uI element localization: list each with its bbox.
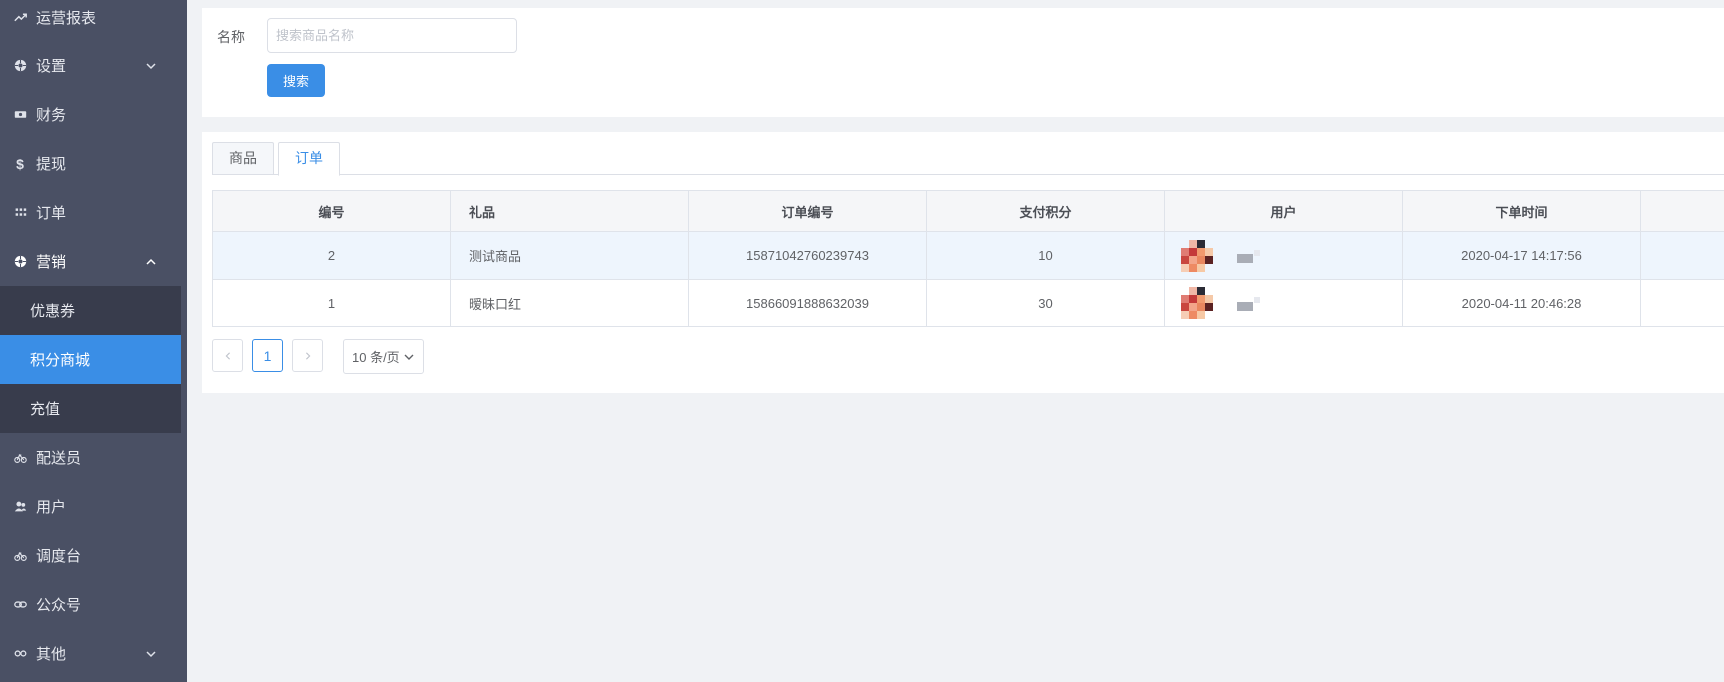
page-size-value: 10 条/页: [352, 350, 400, 365]
cell-order-no: 15866091888632039: [688, 279, 927, 327]
prev-page-button[interactable]: [212, 339, 243, 372]
bike-icon: [12, 450, 28, 466]
avatar: [1181, 239, 1213, 272]
trend-icon: [12, 10, 28, 26]
search-label: 名称: [217, 29, 245, 45]
page-number[interactable]: 1: [252, 339, 283, 372]
orders-table: 编号 礼品 订单编号 支付积分 用户 下单时间 2 测试商品 158710427…: [212, 190, 1724, 327]
table-row[interactable]: 1 暧昧口红 15866091888632039 30 2020-04-11 2…: [212, 279, 1724, 327]
chevron-left-icon: [225, 351, 230, 360]
cell-user: [1164, 279, 1403, 327]
sidebar-item-label: 用户: [36, 499, 67, 516]
page-size-select[interactable]: 10 条/页: [343, 339, 424, 374]
username-blurred-fragment: [1254, 249, 1260, 256]
sidebar-item-reports[interactable]: 运营报表: [0, 0, 187, 42]
sidebar-item-couriers[interactable]: 配送员: [0, 433, 187, 482]
username-blurred-fragment: [1254, 297, 1260, 303]
cell-id: 2: [212, 231, 451, 280]
table-header-row: 编号 礼品 订单编号 支付积分 用户 下单时间: [212, 190, 1724, 232]
avatar: [1181, 287, 1213, 319]
sidebar-subitem-label: 优惠券: [30, 303, 76, 320]
cell-time: 2020-04-11 20:46:28: [1402, 279, 1641, 327]
sidebar-item-label: 配送员: [36, 450, 82, 467]
username-blurred: [1237, 254, 1253, 263]
sidebar-item-orders[interactable]: 订单: [0, 188, 187, 237]
cell-time: 2020-04-17 14:17:56: [1402, 231, 1641, 280]
sidebar-item-users[interactable]: 用户: [0, 482, 187, 531]
grid-icon: [12, 205, 28, 221]
sidebar-item-label: 订单: [36, 205, 67, 222]
users-icon: [12, 499, 28, 515]
sidebar-item-label: 提现: [36, 156, 67, 173]
sidebar-item-dispatch[interactable]: 调度台: [0, 531, 187, 580]
sidebar-item-finance[interactable]: 财务: [0, 90, 187, 139]
sidebar-subitem-recharge[interactable]: 充值: [0, 384, 181, 433]
column-header-extra: [1640, 190, 1724, 232]
search-input[interactable]: [267, 18, 517, 53]
sidebar-subitem-points-mall[interactable]: 积分商城: [0, 335, 181, 384]
sidebar: 运营报表 设置 财务 $ 提现 订单 营销 优惠券 积分商城 充值 配送员 用户…: [0, 0, 187, 682]
search-button[interactable]: 搜索: [267, 64, 325, 97]
cell-id: 1: [212, 279, 451, 327]
sidebar-item-withdraw[interactable]: $ 提现: [0, 139, 187, 188]
chevron-up-icon: [146, 258, 156, 265]
orders-panel: 商品 订单 编号 礼品 订单编号 支付积分 用户 下单时间 2 测试商品 158…: [202, 132, 1724, 393]
cell-order-no: 15871042760239743: [688, 231, 927, 280]
other-icon: [12, 646, 28, 662]
cell-gift: 测试商品: [450, 231, 689, 280]
tab-bar: 商品 订单: [212, 142, 1724, 176]
column-header: 用户: [1164, 190, 1403, 232]
marketing-icon: [12, 254, 28, 270]
table-row[interactable]: 2 测试商品 15871042760239743 10 2020-04-17 1…: [212, 231, 1724, 280]
sidebar-item-marketing[interactable]: 营销: [0, 237, 187, 286]
tab-orders[interactable]: 订单: [278, 142, 340, 176]
sidebar-item-label: 财务: [36, 107, 67, 124]
sidebar-subitem-label: 充值: [30, 401, 61, 418]
settings-icon: [12, 58, 28, 74]
sidebar-item-label: 调度台: [36, 548, 82, 565]
column-header: 礼品: [450, 190, 689, 232]
chevron-down-icon: [146, 62, 156, 69]
cell-points: 30: [926, 279, 1165, 327]
money-icon: [12, 107, 28, 123]
column-header: 编号: [212, 190, 451, 232]
cell-gift: 暧昧口红: [450, 279, 689, 327]
chevron-down-icon: [146, 650, 156, 657]
search-panel: 名称 搜索: [202, 8, 1724, 117]
sidebar-subitem-label: 积分商城: [30, 352, 91, 369]
username-blurred: [1237, 301, 1253, 311]
bike-icon: [12, 548, 28, 564]
column-header: 支付积分: [926, 190, 1165, 232]
chevron-down-icon: [404, 354, 414, 360]
cell-extra: [1640, 279, 1724, 327]
sidebar-item-label: 其他: [36, 646, 67, 663]
column-header: 订单编号: [688, 190, 927, 232]
cell-user: [1164, 231, 1403, 280]
chevron-right-icon: [305, 351, 310, 360]
sidebar-item-label: 运营报表: [36, 10, 97, 27]
sidebar-item-other[interactable]: 其他: [0, 629, 187, 678]
next-page-button[interactable]: [292, 339, 323, 372]
sidebar-item-official-account[interactable]: 公众号: [0, 580, 187, 629]
dollar-icon: $: [16, 155, 24, 172]
sidebar-subitem-coupons[interactable]: 优惠券: [0, 286, 181, 335]
sidebar-item-label: 营销: [36, 254, 67, 271]
cell-extra: [1640, 231, 1724, 280]
link-icon: [12, 597, 28, 613]
column-header: 下单时间: [1402, 190, 1641, 232]
main-content: 名称 搜索 商品 订单 编号 礼品 订单编号 支付积分 用户 下单时间: [187, 0, 1724, 682]
sidebar-item-label: 设置: [36, 58, 67, 75]
sidebar-item-settings[interactable]: 设置: [0, 41, 187, 90]
tab-products[interactable]: 商品: [212, 142, 274, 175]
sidebar-item-label: 公众号: [36, 597, 82, 614]
cell-points: 10: [926, 231, 1165, 280]
